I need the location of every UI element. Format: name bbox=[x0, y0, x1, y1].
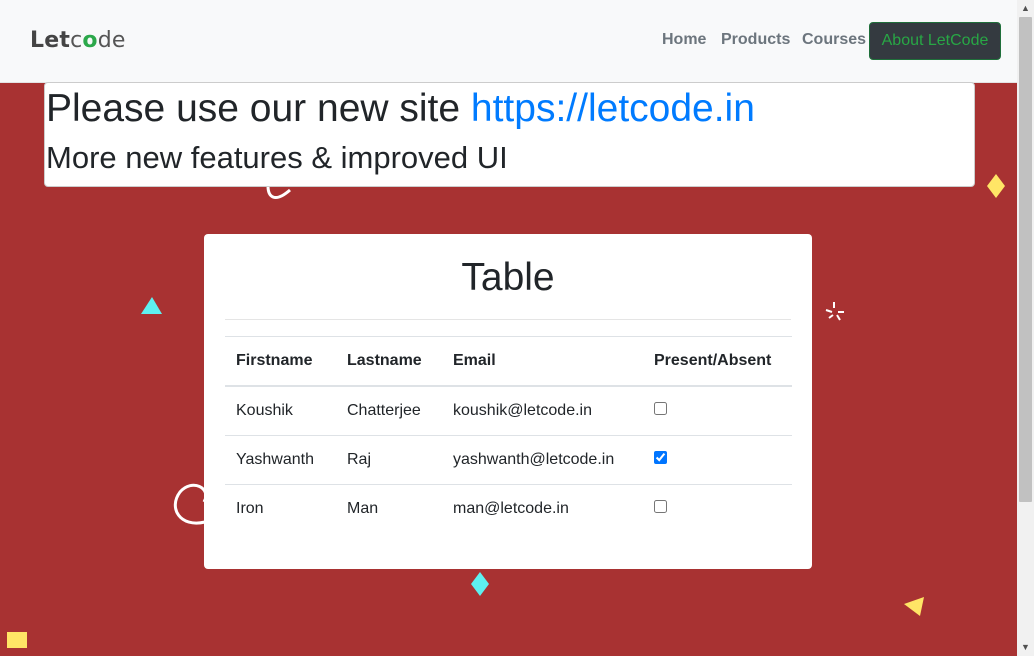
cell-present bbox=[643, 435, 792, 485]
header-present-absent: Present/Absent bbox=[643, 336, 792, 387]
about-letcode-button[interactable]: About LetCode bbox=[869, 22, 1001, 60]
header-lastname: Lastname bbox=[336, 336, 442, 387]
cell-present bbox=[643, 485, 792, 534]
cell-email: koushik@letcode.in bbox=[442, 386, 643, 436]
cell-email: yashwanth@letcode.in bbox=[442, 435, 643, 485]
new-site-link[interactable]: https://letcode.in bbox=[471, 87, 755, 130]
banner-subheading: More new features & improved UI bbox=[46, 140, 508, 175]
logo-text-o: o bbox=[82, 28, 98, 53]
cell-lastname: Man bbox=[347, 500, 379, 517]
cyan-triangle-shape bbox=[141, 297, 162, 314]
logo-text-c: c bbox=[70, 28, 83, 53]
white-arc-shape bbox=[266, 185, 291, 200]
present-checkbox[interactable] bbox=[654, 451, 667, 464]
cell-present bbox=[643, 386, 792, 436]
cell-lastname: Chatterjee bbox=[336, 386, 442, 436]
white-swirl-shape bbox=[173, 483, 208, 525]
table-row: Yashwanth Raj yashwanth@letcode.in bbox=[225, 435, 792, 485]
present-checkbox[interactable] bbox=[654, 402, 667, 415]
cell-email: man@letcode.in bbox=[453, 500, 569, 517]
scroll-down-arrow-icon[interactable]: ▼ bbox=[1017, 639, 1034, 656]
scrollbar-thumb[interactable] bbox=[1019, 17, 1032, 502]
present-checkbox[interactable] bbox=[654, 500, 667, 513]
table-header-row: Firstname Lastname Email Present/Absent bbox=[225, 336, 792, 387]
white-sparkle-shape bbox=[825, 302, 844, 321]
cyan-diamond-shape bbox=[471, 572, 489, 596]
cell-firstname: Yashwanth bbox=[225, 435, 336, 485]
nav-courses-link[interactable]: Courses bbox=[802, 31, 866, 49]
nav-home-link[interactable]: Home bbox=[662, 31, 706, 49]
nav-products-link[interactable]: Products bbox=[721, 31, 790, 49]
cell-firstname: Iron bbox=[236, 500, 264, 517]
logo-text-de: de bbox=[97, 28, 126, 53]
page-scrollbar[interactable]: ▲ ▼ bbox=[1017, 0, 1034, 656]
letcode-logo[interactable]: Letcode bbox=[30, 28, 126, 53]
table-row: Iron Man man@letcode.in bbox=[225, 485, 792, 534]
header-email: Email bbox=[442, 336, 643, 387]
yellow-diamond-shape bbox=[987, 174, 1005, 198]
cell-lastname: Raj bbox=[336, 435, 442, 485]
title-divider bbox=[225, 319, 791, 320]
banner-heading: Please use our new site https://letcode.… bbox=[46, 87, 755, 131]
yellow-square-shape bbox=[7, 632, 27, 648]
navbar: Letcode Home Products Courses About LetC… bbox=[0, 0, 1017, 83]
card-title: Table bbox=[461, 256, 555, 299]
table-card: Table Firstname Lastname Email Present/A… bbox=[204, 234, 812, 569]
new-site-banner: Please use our new site https://letcode.… bbox=[44, 82, 975, 187]
table-row: Koushik Chatterjee koushik@letcode.in bbox=[225, 386, 792, 436]
header-firstname: Firstname bbox=[225, 336, 336, 387]
cell-firstname: Koushik bbox=[225, 386, 336, 436]
scroll-up-arrow-icon[interactable]: ▲ bbox=[1017, 0, 1034, 17]
logo-text-let: Let bbox=[30, 28, 71, 53]
banner-prefix: Please use our new site bbox=[46, 87, 471, 130]
students-table: Firstname Lastname Email Present/Absent … bbox=[225, 336, 792, 533]
yellow-triangle-shape bbox=[904, 597, 924, 616]
